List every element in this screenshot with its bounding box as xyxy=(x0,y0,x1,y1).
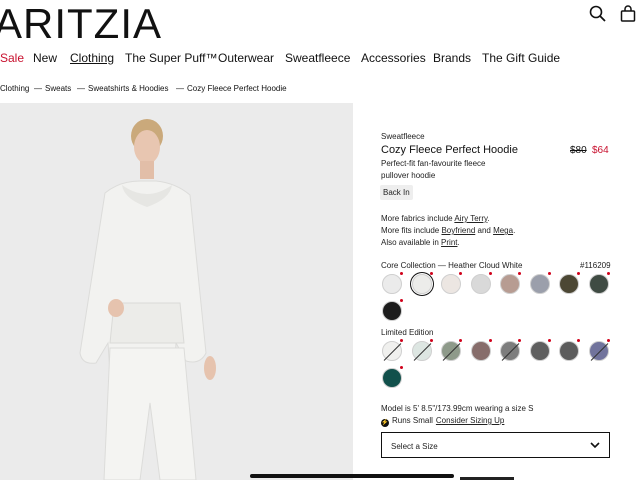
breadcrumb-separator: — xyxy=(176,84,184,93)
unavailable-slash xyxy=(442,343,461,361)
status-badge: Back In xyxy=(380,185,413,200)
nav-item-super-puff[interactable]: The Super Puff™ xyxy=(125,51,218,65)
new-color-dot xyxy=(577,339,580,342)
model-info: Model is 5' 8.5"/173.99cm wearing a size… xyxy=(381,404,534,413)
breadcrumb-item[interactable]: Sweats xyxy=(45,84,71,93)
limited-color-swatch[interactable] xyxy=(382,368,402,388)
link-print[interactable]: Print xyxy=(441,238,457,247)
nav-item-new[interactable]: New xyxy=(33,51,57,65)
core-color-swatch[interactable] xyxy=(470,274,491,294)
breadcrumb-current: Cozy Fleece Perfect Hoodie xyxy=(187,84,287,93)
core-color-swatch[interactable] xyxy=(382,301,402,321)
new-color-dot xyxy=(577,272,580,275)
new-color-dot xyxy=(547,339,551,342)
limited-color-swatch[interactable] xyxy=(411,341,432,361)
size-select-label: Select a Size xyxy=(391,442,438,451)
limited-color-swatch[interactable] xyxy=(382,341,402,361)
new-color-dot xyxy=(518,272,521,275)
core-collection-title: Core Collection — Heather Cloud White xyxy=(381,261,523,270)
nav-item-outerwear[interactable]: Outerwear xyxy=(218,51,274,65)
product-title: Cozy Fleece Perfect Hoodie xyxy=(381,144,518,156)
limited-color-swatch[interactable] xyxy=(559,341,579,361)
new-color-dot xyxy=(400,299,403,302)
breadcrumb-item[interactable]: Sweatshirts & Hoodies xyxy=(88,84,168,93)
more-fabrics-text: More fabrics include xyxy=(381,214,455,223)
limited-color-swatch[interactable] xyxy=(441,341,461,361)
original-price: $80 xyxy=(570,145,587,156)
new-color-dot xyxy=(488,339,492,342)
nav-item-brands[interactable]: Brands xyxy=(433,51,471,65)
more-options: More fabrics include Airy Terry. More fi… xyxy=(381,213,515,249)
link-mega[interactable]: Mega xyxy=(493,226,513,235)
sale-price: $64 xyxy=(592,145,609,156)
punctuation: . xyxy=(487,214,490,223)
breadcrumb-separator: — xyxy=(34,84,42,93)
new-color-dot xyxy=(400,339,403,342)
punctuation: . xyxy=(513,226,516,235)
bag-icon[interactable] xyxy=(618,4,638,24)
nav-item-sweatfleece[interactable]: Sweatfleece xyxy=(285,51,350,65)
breadcrumb-separator: — xyxy=(77,84,85,93)
link-boyfriend[interactable]: Boyfriend xyxy=(441,226,475,235)
unavailable-slash xyxy=(413,343,431,361)
core-color-swatch[interactable] xyxy=(559,274,579,294)
product-image[interactable] xyxy=(0,103,353,480)
brand-logo[interactable]: ARITZIA xyxy=(0,2,162,46)
nav-item-gift-guide[interactable]: The Gift Guide xyxy=(482,51,560,65)
new-color-dot xyxy=(400,366,403,369)
limited-color-swatch[interactable] xyxy=(529,341,550,361)
product-category: Sweatfleece xyxy=(381,132,425,141)
core-color-swatch[interactable] xyxy=(382,274,402,294)
limited-color-swatch[interactable] xyxy=(500,341,520,361)
new-color-dot xyxy=(459,272,462,275)
new-color-dot xyxy=(459,339,462,342)
size-select[interactable]: Select a Size xyxy=(381,432,610,458)
lightning-icon: ⚡ xyxy=(381,419,389,427)
core-color-swatch[interactable] xyxy=(529,274,550,294)
unavailable-slash xyxy=(383,343,402,361)
unavailable-slash xyxy=(590,343,608,361)
new-color-dot xyxy=(488,272,492,275)
chevron-down-icon xyxy=(590,442,600,449)
new-color-dot xyxy=(429,339,433,342)
search-icon[interactable] xyxy=(588,4,608,24)
punctuation: . xyxy=(457,238,460,247)
horizontal-scrollbar[interactable] xyxy=(250,474,454,478)
new-color-dot xyxy=(429,272,433,275)
model-photo xyxy=(0,103,353,480)
limited-color-swatch[interactable] xyxy=(588,341,609,361)
limited-color-swatch[interactable] xyxy=(470,341,491,361)
new-color-dot xyxy=(518,339,521,342)
fit-label: Runs Small xyxy=(392,416,433,425)
link-airy-terry[interactable]: Airy Terry xyxy=(454,214,487,223)
limited-edition-title: Limited Edition xyxy=(381,328,434,337)
fit-note: ⚡ Runs Small Consider Sizing Up xyxy=(381,416,504,427)
nav-item-accessories[interactable]: Accessories xyxy=(361,51,426,65)
breadcrumb-item[interactable]: Clothing xyxy=(0,84,29,93)
nav-item-sale[interactable]: Sale xyxy=(0,51,24,65)
nav-item-clothing[interactable]: Clothing xyxy=(70,51,114,65)
core-color-swatch[interactable] xyxy=(500,274,520,294)
style-number: #116209 xyxy=(580,261,611,270)
new-color-dot xyxy=(547,272,551,275)
conjunction: and xyxy=(475,226,494,235)
product-description: Perfect-fit fan-favourite fleece pullove… xyxy=(381,159,486,180)
core-color-swatch[interactable] xyxy=(441,274,461,294)
more-fits-text: More fits include xyxy=(381,226,442,235)
also-available-text: Also available in xyxy=(381,238,442,247)
new-color-dot xyxy=(606,339,610,342)
consider-sizing-up-link[interactable]: Consider Sizing Up xyxy=(436,416,504,425)
new-color-dot xyxy=(606,272,610,275)
new-color-dot xyxy=(400,272,403,275)
core-color-swatch[interactable] xyxy=(588,274,609,294)
core-color-swatch[interactable] xyxy=(411,274,432,294)
unavailable-slash xyxy=(501,343,520,361)
